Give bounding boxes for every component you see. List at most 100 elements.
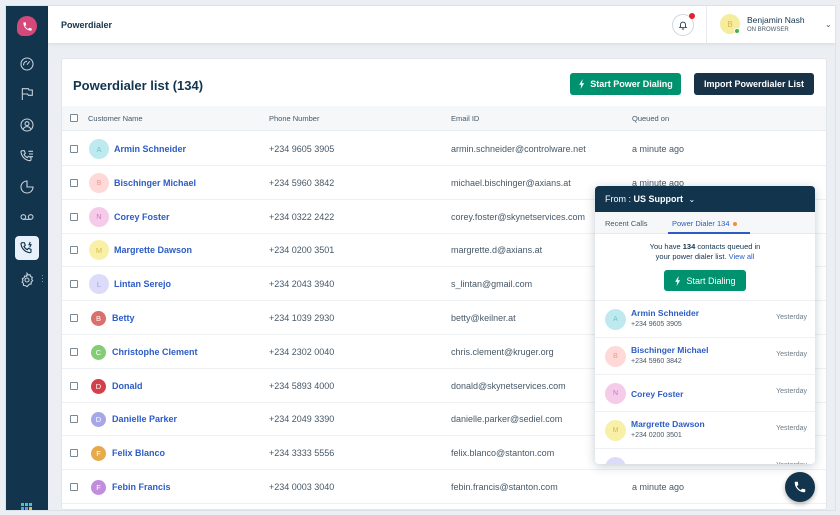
sidebar-item-call-list[interactable]	[15, 144, 39, 168]
queued-on: a minute ago	[632, 482, 685, 492]
sidebar-item-dashboard[interactable]	[15, 52, 39, 76]
phone-icon	[794, 481, 806, 493]
email-id: michael.bischinger@axians.at	[451, 177, 571, 188]
phone-number: +234 9605 3905	[269, 144, 335, 154]
email-id: armin.schneider@controlware.net	[451, 144, 586, 154]
column-header-name[interactable]: Customer Name	[88, 114, 143, 123]
phone-number: +234 2043 3940	[269, 279, 335, 290]
call-time: Yesterday	[776, 351, 807, 358]
dialer-fab-button[interactable]	[785, 472, 815, 502]
user-circle-icon	[20, 118, 34, 132]
tab-recent-calls[interactable]: Recent Calls	[605, 219, 648, 228]
sidebar-item-powerdialer[interactable]	[15, 236, 39, 260]
email-id: betty@keilner.at	[451, 313, 516, 323]
list-item[interactable]: A Armin Schneider +234 9605 3905 Yesterday	[595, 300, 815, 337]
view-all-link[interactable]: View all	[729, 252, 755, 261]
contact-name[interactable]: Margrette Dawson	[631, 419, 705, 429]
avatar: F	[91, 480, 106, 495]
customer-name-link[interactable]: Betty	[112, 313, 135, 323]
column-header-queued[interactable]: Queued on	[632, 114, 669, 123]
import-powerdialer-list-button[interactable]: Import Powerdialer List	[694, 73, 814, 95]
contact-name[interactable]: Lintan Serejo	[631, 463, 685, 464]
call-time: Yesterday	[776, 388, 807, 395]
from-selector[interactable]: From : US Support ⌄	[595, 186, 815, 212]
row-checkbox[interactable]	[70, 415, 78, 424]
avatar: F	[91, 446, 106, 462]
phone-bolt-icon	[20, 241, 32, 254]
table-row[interactable]: F Febin Francis +234 0003 3040 febin.franci…	[62, 470, 826, 504]
user-name[interactable]: Benjamin Nash	[747, 15, 805, 25]
email-id: chris.clement@kruger.org	[451, 346, 554, 357]
sidebar-item-contacts[interactable]	[15, 113, 39, 137]
customer-name-link[interactable]: Danielle Parker	[112, 414, 177, 424]
row-checkbox[interactable]	[70, 347, 78, 356]
email-id: corey.foster@skynetservices.com	[451, 211, 586, 222]
customer-name-link[interactable]: Margrette Dawson	[114, 245, 192, 255]
row-checkbox[interactable]	[70, 212, 78, 221]
row-checkbox[interactable]	[70, 314, 78, 322]
lightning-icon	[675, 275, 681, 286]
unread-dot	[732, 222, 737, 227]
table-row[interactable]: A Armin Schneider +234 9605 3905 armin.schn…	[62, 132, 826, 166]
customer-name-link[interactable]: Corey Foster	[114, 212, 170, 222]
chevron-down-icon[interactable]: ⌄	[825, 20, 832, 29]
customer-name-link[interactable]: Christophe Clement	[112, 347, 198, 357]
list-item[interactable]: L Lintan Serejo Yesterday	[595, 448, 815, 464]
start-dialing-button[interactable]: Start Dialing	[664, 270, 746, 291]
list-item[interactable]: N Corey Foster Yesterday	[595, 374, 815, 411]
row-checkbox[interactable]	[70, 246, 78, 255]
sidebar-item-flags[interactable]	[15, 82, 39, 106]
phone-number: +234 2302 0040	[269, 346, 335, 357]
customer-name-link[interactable]: Donald	[112, 381, 143, 391]
top-header: Powerdialer B Benjamin Nash ON BROWSER ⌄	[48, 6, 835, 44]
customer-name-link[interactable]: Lintan Serejo	[114, 279, 171, 289]
column-header-email[interactable]: Email ID	[451, 114, 479, 123]
call-time: Yesterday	[776, 425, 807, 432]
sidebar-item-settings[interactable]	[15, 268, 39, 292]
apps-grid-icon[interactable]	[21, 503, 32, 510]
customer-name-link[interactable]: Febin Francis	[112, 482, 171, 492]
gear-icon	[21, 272, 34, 288]
contact-phone: +234 0200 3501	[631, 432, 682, 439]
column-header-phone[interactable]: Phone Number	[269, 114, 319, 123]
queued-on: a minute ago	[632, 144, 685, 154]
chevron-down-icon: ⌄	[688, 195, 696, 204]
tab-power-dialer[interactable]: Power Dialer 134	[672, 219, 737, 228]
row-checkbox[interactable]	[70, 381, 78, 390]
avatar: B	[605, 346, 626, 367]
row-checkbox[interactable]	[70, 280, 78, 289]
customer-name-link[interactable]: Armin Schneider	[114, 144, 186, 154]
sidebar-item-voicemail[interactable]	[15, 205, 39, 229]
avatar: N	[605, 383, 626, 404]
phone-number: +234 5960 3842	[269, 177, 335, 188]
voicemail-icon	[20, 214, 34, 220]
email-id: margrette.d@axians.at	[451, 245, 543, 256]
contact-phone: +234 5960 3842	[631, 358, 682, 365]
pie-chart-icon	[20, 180, 34, 194]
app-logo[interactable]	[17, 16, 37, 36]
select-all-checkbox[interactable]	[70, 114, 78, 122]
avatar: L	[605, 457, 626, 464]
sidebar-item-reports[interactable]	[15, 175, 39, 199]
tab-power-dialer-label: Power Dialer 134	[672, 219, 730, 228]
start-power-dialing-label: Start Power Dialing	[590, 79, 673, 89]
list-item[interactable]: M Margrette Dawson +234 0200 3501 Yesterday	[595, 411, 815, 448]
row-checkbox[interactable]	[70, 449, 78, 458]
user-status: ON BROWSER	[747, 27, 789, 33]
sidebar: · · ·	[6, 6, 48, 510]
more-options-icon[interactable]: · · ·	[41, 271, 44, 286]
customer-name-link[interactable]: Bischinger Michael	[114, 178, 196, 188]
row-checkbox[interactable]	[70, 178, 78, 187]
list-item[interactable]: B Bischinger Michael +234 5960 3842 Yesterd…	[595, 337, 815, 374]
row-checkbox[interactable]	[70, 145, 78, 153]
call-time: Yesterday	[776, 462, 807, 464]
avatar: D	[91, 412, 106, 428]
row-checkbox[interactable]	[70, 483, 78, 491]
notifications-button[interactable]	[672, 13, 695, 36]
phone-number: +234 0200 3501	[269, 245, 335, 256]
customer-name-link[interactable]: Felix Blanco	[112, 448, 165, 458]
start-power-dialing-button[interactable]: Start Power Dialing	[570, 73, 681, 95]
contact-name[interactable]: Bischinger Michael	[631, 345, 708, 355]
contact-name[interactable]: Armin Schneider	[631, 308, 699, 318]
contact-name[interactable]: Corey Foster	[631, 389, 683, 399]
